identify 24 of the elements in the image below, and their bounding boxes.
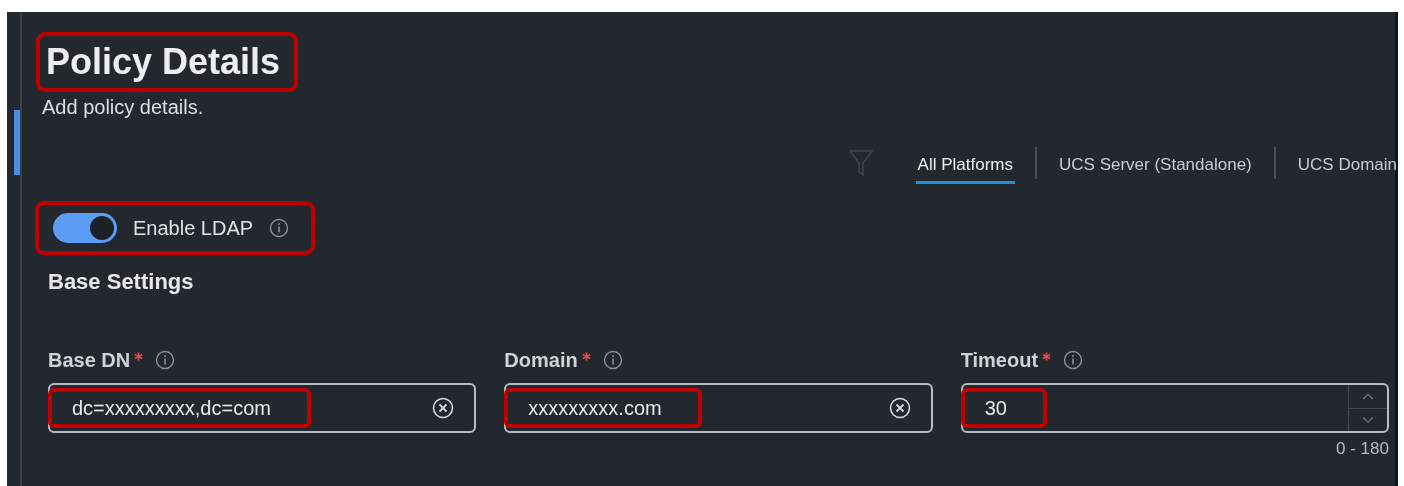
info-icon[interactable] [269,218,290,238]
field-value: dc=xxxxxxxxx,dc=com [72,396,271,420]
clear-icon[interactable] [432,397,455,419]
field-label: Base DN [48,348,131,372]
range-hint: 0 - 180 [1336,439,1389,459]
page-subtitle: Add policy details. [42,96,205,119]
text-field[interactable]: xxxxxxxxx.com [504,383,933,433]
info-icon[interactable] [1063,350,1084,370]
section-title: Base Settings [48,269,195,295]
field-value: 30 [984,396,1007,420]
toggle-switch[interactable] [53,213,117,243]
field-label: Domain [504,348,578,372]
scroll-indicator [14,110,20,175]
field-label: Timeout [960,348,1039,372]
platform-tab[interactable]: All Platforms [915,148,1016,184]
toggle-label: Enable LDAP [133,216,254,240]
info-icon[interactable] [602,350,623,370]
platform-tab[interactable]: UCS Server (Standalone) [1057,148,1254,184]
field-value: xxxxxxxxx.com [528,396,662,420]
clear-icon[interactable] [888,397,911,419]
text-field[interactable]: dc=xxxxxxxxx,dc=com [48,383,477,433]
page-title: Policy Details [46,40,281,84]
platform-tab[interactable]: UCS Domain [1295,148,1399,184]
info-icon[interactable] [155,350,176,370]
